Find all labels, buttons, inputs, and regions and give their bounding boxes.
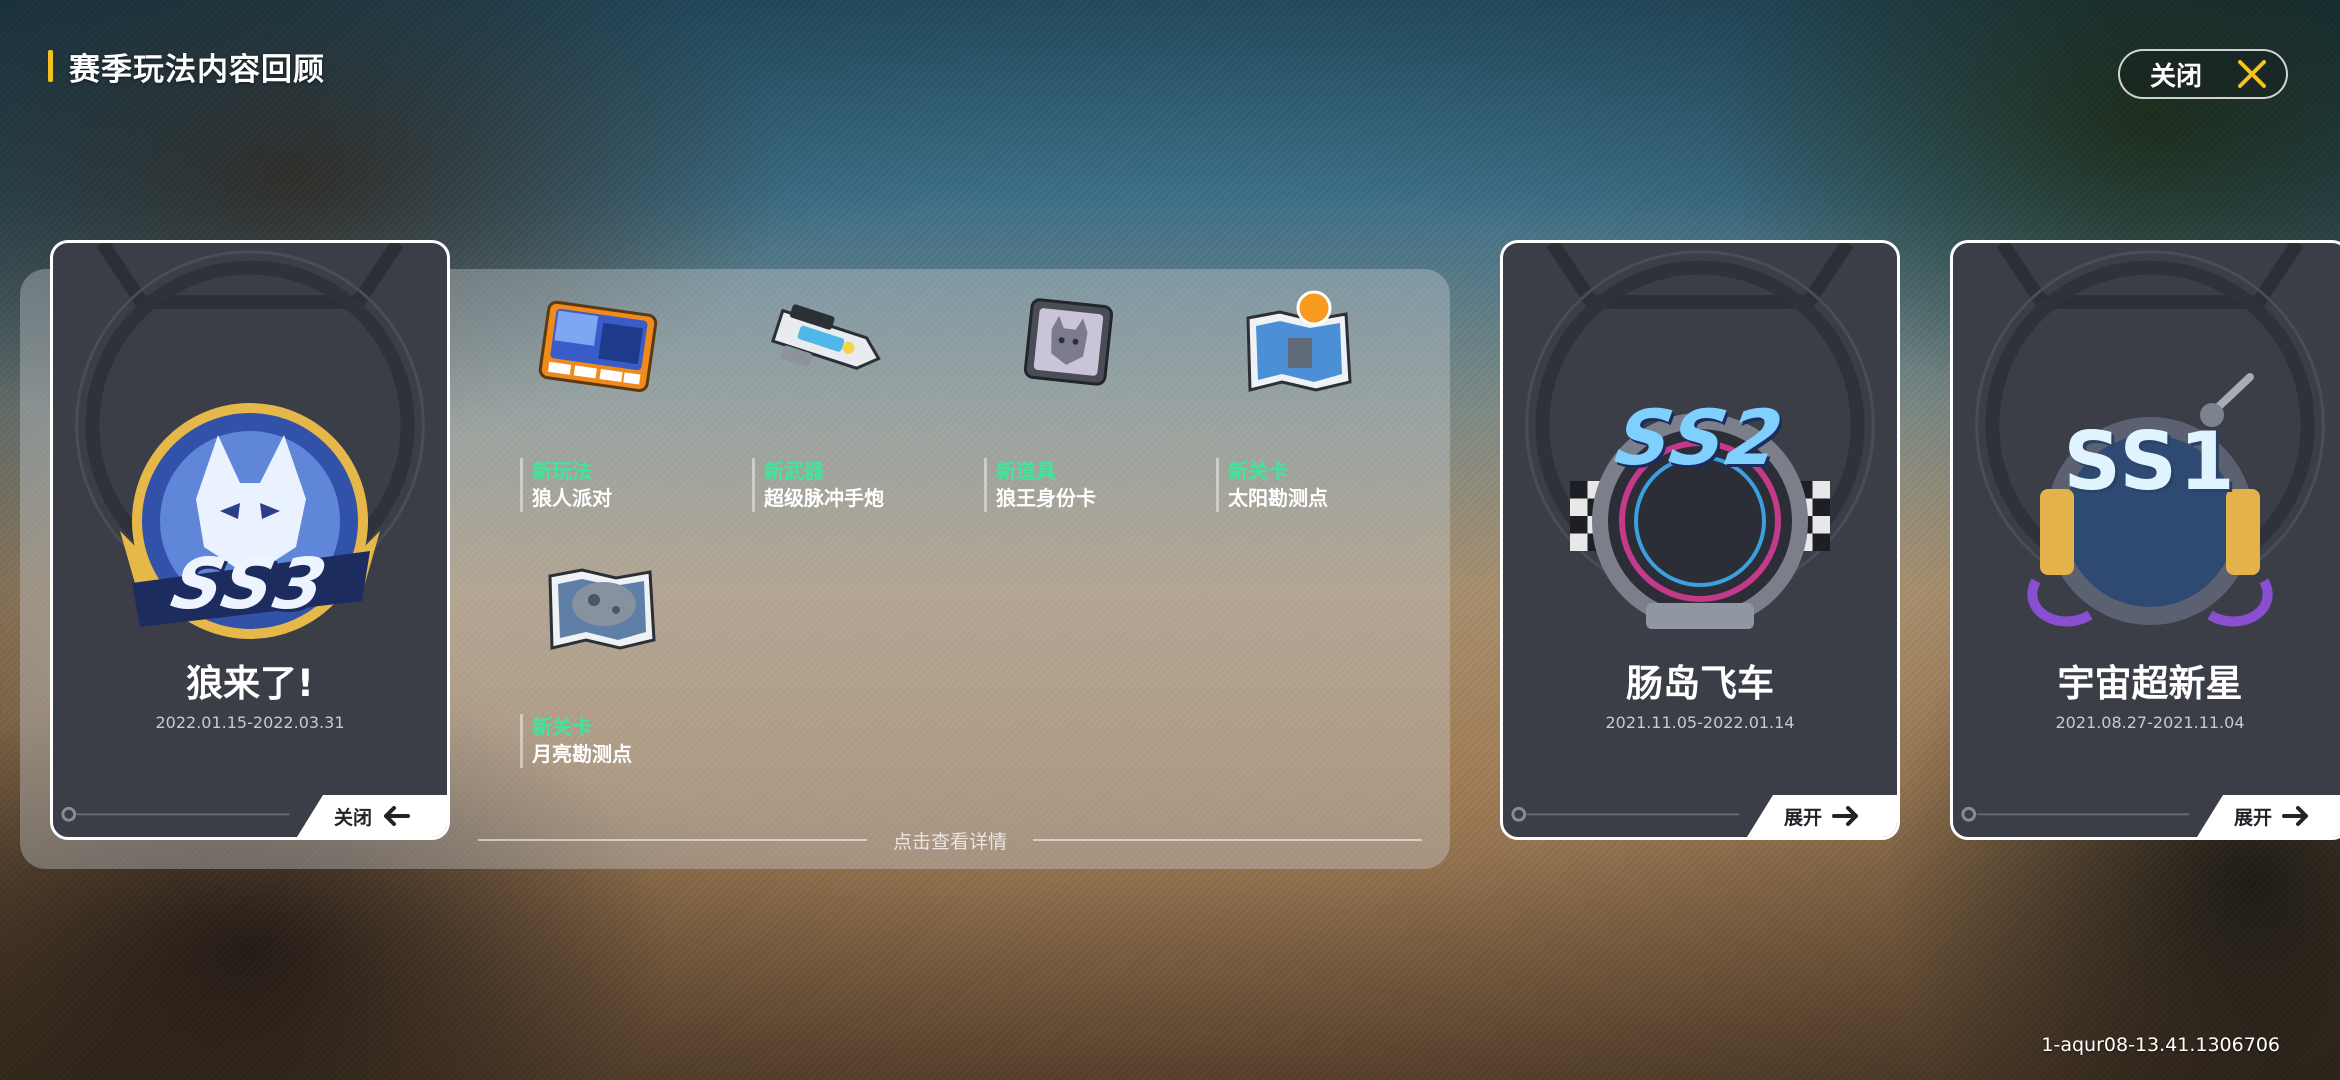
close-button-label: 关闭 bbox=[2150, 61, 2203, 92]
view-details-hint[interactable]: 点击查看详情 bbox=[478, 828, 1423, 853]
build-version: 1-aqur08-13.41.1306706 bbox=[2041, 1034, 2280, 1056]
expand-button[interactable]: 展开 bbox=[1747, 795, 1897, 837]
feature-kind: 新关卡 bbox=[532, 715, 592, 739]
feature-name: 太阳勘测点 bbox=[1228, 486, 1328, 510]
season-date: 2021.08.27-2021.11.04 bbox=[2055, 713, 2245, 732]
ss3-badge-text: SS3 bbox=[164, 543, 336, 625]
arrow-right-icon bbox=[1832, 806, 1858, 826]
moon-map-icon bbox=[548, 568, 656, 650]
ss2-badge-text: SS2 bbox=[1609, 393, 1791, 482]
season-card-ss2[interactable]: SS2 FUNNY 肠岛飞车 2021.11.05-2022.01.14 展开 bbox=[1500, 240, 1900, 840]
feature-meta: 新玩法 狼人派对 bbox=[520, 458, 612, 512]
feature-name: 狼王身份卡 bbox=[996, 486, 1096, 510]
season-name: 宇宙超新星 bbox=[2057, 662, 2243, 705]
feature-kind: 新道具 bbox=[996, 459, 1056, 483]
feature-kind: 新关卡 bbox=[1228, 459, 1288, 483]
season-name: 狼来了! bbox=[186, 662, 314, 705]
feature-name: 超级脉冲手炮 bbox=[764, 486, 884, 510]
close-icon bbox=[2238, 60, 2267, 88]
page-title-text: 赛季玩法内容回顾 bbox=[69, 51, 325, 88]
pulse-cannon-icon bbox=[770, 304, 881, 370]
ss1-badge-text: SS1 bbox=[2063, 415, 2237, 508]
sun-map-icon bbox=[1246, 290, 1352, 392]
divider-line bbox=[478, 839, 867, 841]
feature-kind: 新武器 bbox=[764, 459, 824, 483]
divider-line bbox=[1033, 839, 1423, 841]
page-title: 赛季玩法内容回顾 bbox=[48, 46, 325, 88]
expand-button-label: 展开 bbox=[1783, 806, 1822, 829]
season-date: 2022.01.15-2022.03.31 bbox=[155, 713, 345, 732]
ss2-badge-subtext: FUNNY bbox=[1661, 518, 1739, 542]
close-button[interactable]: 关闭 bbox=[2118, 49, 2288, 99]
collapse-button-label: 关闭 bbox=[333, 806, 372, 829]
feature-name: 月亮勘测点 bbox=[532, 742, 632, 766]
season-date: 2021.11.05-2022.01.14 bbox=[1605, 713, 1795, 732]
arrow-right-icon bbox=[2282, 806, 2308, 826]
view-details-text: 点击查看详情 bbox=[893, 830, 1008, 853]
game-mode-card-icon bbox=[538, 300, 658, 393]
feature-meta: 新关卡 太阳勘测点 bbox=[1216, 458, 1328, 512]
feature-meta: 新武器 超级脉冲手炮 bbox=[752, 458, 884, 512]
wolf-king-card-icon bbox=[1023, 298, 1114, 386]
arrow-left-icon bbox=[384, 806, 410, 826]
feature-meta: 新关卡 月亮勘测点 bbox=[520, 714, 632, 768]
season-card-ss3[interactable]: SS3 狼来了! 2022.01.15-2022.03.31 关闭 bbox=[50, 240, 450, 840]
feature-name: 狼人派对 bbox=[532, 486, 612, 510]
collapse-button[interactable]: 关闭 bbox=[297, 795, 447, 837]
expand-button-label: 展开 bbox=[2233, 806, 2272, 829]
title-accent-bar bbox=[48, 50, 53, 82]
feature-meta: 新道具 狼王身份卡 bbox=[984, 458, 1096, 512]
season-name: 肠岛飞车 bbox=[1626, 662, 1774, 705]
season-card-ss1[interactable]: SS1 宇宙超新星 2021.08.27-2021.11.04 展开 bbox=[1950, 240, 2340, 840]
feature-kind: 新玩法 bbox=[532, 459, 592, 483]
ss3-season-badge-icon bbox=[120, 403, 380, 639]
